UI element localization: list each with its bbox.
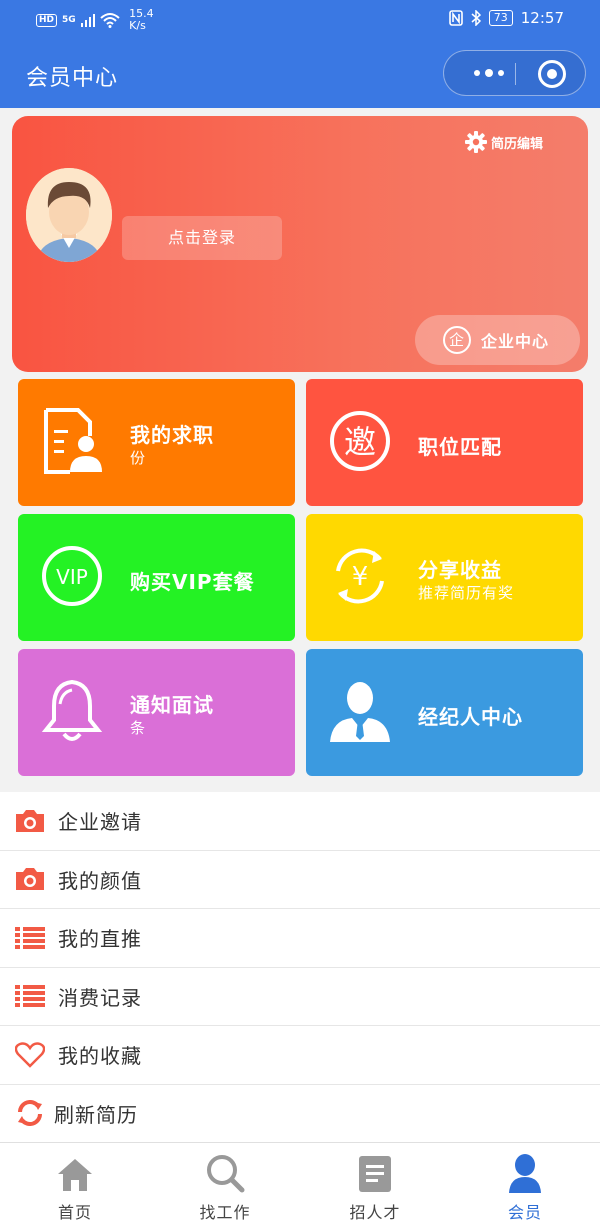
avatar[interactable]: [26, 168, 112, 262]
more-options-button[interactable]: [462, 51, 516, 95]
tile-title: 购买VIP套餐: [130, 570, 255, 594]
nfc-icon: [448, 10, 463, 26]
menu-item-company-invite[interactable]: 企业邀请: [0, 792, 600, 851]
resume-edit-label: 简历编辑: [491, 136, 544, 152]
menu-item-label: 我的直推: [58, 927, 142, 952]
menu-item-favorites[interactable]: 我的收藏: [0, 1026, 600, 1085]
corp-icon: 企: [443, 326, 471, 354]
vip-badge-text: VIP: [56, 565, 88, 589]
tab-recruit[interactable]: 招人才: [315, 1151, 435, 1223]
clock: 12:57: [520, 9, 564, 27]
yen-cycle-icon: ¥: [336, 548, 384, 604]
battery-indicator: 73: [488, 10, 513, 26]
tab-find-job[interactable]: 找工作: [165, 1151, 285, 1223]
tab-member[interactable]: 会员: [465, 1151, 585, 1223]
login-button[interactable]: 点击登录: [122, 216, 282, 260]
tile-subtitle: 条: [130, 719, 147, 737]
bell-icon: [41, 679, 103, 741]
bottom-tab-bar: 首页 找工作 招人才 会员: [0, 1142, 600, 1224]
profile-card: 点击登录 简历编辑 企 企业中心: [12, 116, 588, 372]
tile-title: 通知面试: [130, 693, 214, 717]
invite-seal-icon: 邀: [330, 411, 390, 471]
camera-icon: [14, 807, 46, 835]
menu-item-direct-referrals[interactable]: 我的直推: [0, 909, 600, 968]
menu-item-label: 刷新简历: [54, 1102, 138, 1127]
capsule-divider: [515, 63, 516, 85]
camera-icon: [14, 865, 46, 893]
navigation-header: 会员中心: [0, 38, 600, 108]
refresh-icon: [14, 1099, 46, 1127]
tab-label: 首页: [57, 1203, 92, 1222]
menu-item-refresh-resume[interactable]: 刷新简历: [0, 1085, 600, 1143]
list-icon: [14, 924, 46, 952]
tile-agent-center[interactable]: 经纪人中心: [306, 649, 583, 776]
tab-home[interactable]: 首页: [15, 1151, 135, 1223]
menu-item-label: 企业邀请: [58, 810, 142, 835]
user-icon: [509, 1154, 541, 1193]
wifi-icon: [100, 13, 120, 28]
heart-icon: [14, 1041, 46, 1069]
mini-program-capsule: [443, 50, 586, 96]
yen-symbol: ¥: [352, 562, 369, 592]
tile-title: 职位匹配: [418, 435, 502, 459]
document-icon: [359, 1156, 391, 1192]
home-icon: [58, 1159, 92, 1191]
tab-label: 会员: [507, 1203, 542, 1222]
network-type: 5G: [62, 15, 76, 25]
menu-list: 企业邀请 我的颜值 我的直推 消费记录 我的收藏 刷新简历: [0, 792, 600, 1143]
tile-title: 经纪人中心: [418, 705, 523, 729]
corp-center-label: 企业中心: [481, 332, 550, 351]
tab-label: 找工作: [199, 1203, 251, 1222]
tile-buy-vip[interactable]: VIP 购买VIP套餐: [18, 514, 295, 641]
menu-item-label: 我的颜值: [58, 868, 142, 893]
default-avatar-icon: [26, 168, 112, 262]
page-title: 会员中心: [26, 66, 119, 91]
tile-title: 我的求职: [130, 423, 214, 447]
tile-share-earnings[interactable]: ¥ 分享收益 推荐简历有奖: [306, 514, 583, 641]
menu-item-my-looks[interactable]: 我的颜值: [0, 851, 600, 909]
tile-interview-notice[interactable]: 通知面试 条: [18, 649, 295, 776]
tile-title: 分享收益: [418, 558, 502, 582]
tile-job-match[interactable]: 邀 职位匹配: [306, 379, 583, 506]
resume-edit-button[interactable]: 简历编辑: [464, 130, 543, 154]
bluetooth-icon: [471, 10, 481, 26]
menu-item-label: 我的收藏: [58, 1044, 142, 1069]
tab-label: 招人才: [349, 1203, 401, 1222]
corp-center-button[interactable]: 企 企业中心: [415, 315, 580, 365]
tile-my-job-search[interactable]: 我的求职 份: [18, 379, 295, 506]
hd-badge: HD: [36, 13, 58, 27]
tile-subtitle: 推荐简历有奖: [418, 584, 515, 602]
signal-icon: [80, 13, 96, 27]
resume-person-icon: [44, 408, 102, 474]
agent-person-icon: [330, 682, 390, 742]
tile-subtitle: 份: [130, 449, 147, 467]
menu-item-label: 消费记录: [58, 985, 142, 1010]
vip-badge-icon: VIP: [42, 546, 102, 606]
status-bar: HD 5G 15.4 K/s 73 12:57: [0, 0, 600, 38]
invite-seal-char: 邀: [344, 423, 376, 461]
menu-item-spending-records[interactable]: 消费记录: [0, 968, 600, 1026]
close-mini-program-button[interactable]: [538, 60, 566, 88]
search-icon: [207, 1155, 245, 1193]
gear-icon: [465, 131, 487, 153]
list-icon: [14, 982, 46, 1010]
network-speed: 15.4 K/s: [129, 7, 154, 32]
